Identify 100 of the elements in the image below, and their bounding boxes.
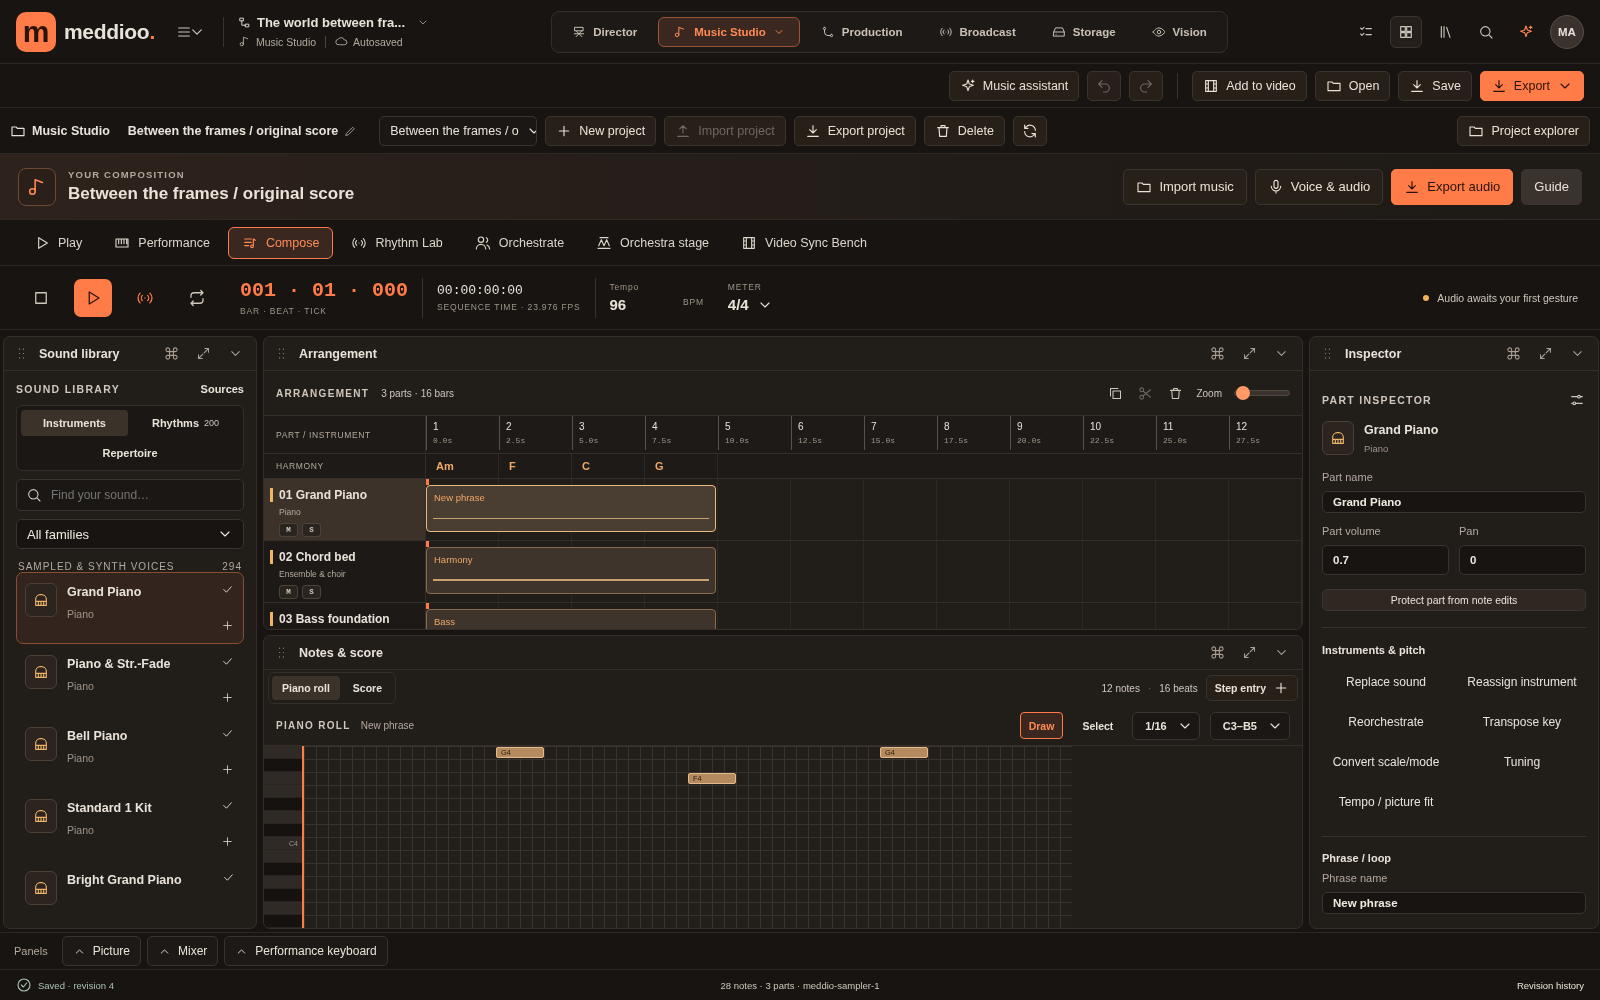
panel-toggle-button[interactable]: Mixer — [147, 936, 219, 966]
guide-button[interactable]: Guide — [1521, 168, 1582, 205]
clip[interactable]: Bass — [426, 609, 716, 629]
export-project-button[interactable]: Export project — [793, 115, 916, 146]
sound-name: Standard 1 Kit — [67, 801, 152, 815]
hierarchy-icon — [237, 16, 251, 29]
sound-item[interactable]: Grand Piano Piano — [16, 572, 244, 644]
chord-label[interactable]: F — [499, 454, 572, 478]
beat-count: 16 beats — [1159, 682, 1198, 694]
save-button[interactable]: Save — [1398, 70, 1472, 101]
save-state: Autosaved — [353, 35, 403, 48]
clip[interactable]: Harmony — [426, 547, 716, 594]
export-button[interactable]: Export — [1479, 70, 1584, 101]
grid-icon — [1398, 23, 1414, 40]
module-tab[interactable]: Vision — [1136, 16, 1222, 47]
revision-history-link[interactable]: Revision history — [1516, 979, 1584, 991]
pitch-action[interactable]: Reorchestrate — [1322, 703, 1450, 740]
grid-button[interactable] — [1390, 15, 1422, 48]
open-button[interactable]: Open — [1314, 70, 1391, 101]
track-instrument: Piano — [279, 507, 302, 517]
refresh-button[interactable] — [1012, 115, 1047, 146]
sliders-icon — [1569, 392, 1585, 408]
meter-select[interactable]: 4/4 — [727, 296, 773, 313]
user-avatar[interactable]: MA — [1550, 14, 1584, 49]
module-tab[interactable]: Production — [805, 16, 918, 47]
export-audio-button[interactable]: Export audio — [1391, 168, 1514, 205]
section-heading: SOUND LIBRARY — [16, 383, 120, 395]
pitch-action[interactable]: Transpose key — [1458, 703, 1586, 740]
music-assistant-button[interactable]: Music assistant — [948, 70, 1080, 101]
search-field[interactable]: Find your sound… — [16, 479, 244, 511]
grid-select[interactable]: 1/16 — [1132, 711, 1200, 740]
mode-tab[interactable]: Compose — [227, 226, 334, 259]
new-project-button[interactable]: New project — [545, 115, 657, 146]
view-tab[interactable]: Score — [342, 676, 393, 700]
phrase-name-field[interactable]: New phrase — [1322, 892, 1586, 914]
bar-time: 25.0s — [1156, 432, 1229, 450]
mode-tab[interactable]: Orchestra stage — [582, 226, 724, 259]
chord-label[interactable]: Am — [426, 454, 499, 478]
module-tab[interactable]: Director — [557, 16, 653, 47]
panel-toggle-button[interactable]: Performance keyboard — [224, 936, 388, 966]
clip[interactable]: New phrase — [426, 485, 716, 532]
search-icon — [26, 487, 42, 503]
play-button[interactable] — [74, 278, 112, 317]
trash-icon — [934, 122, 951, 139]
module-tab[interactable]: Storage — [1036, 16, 1131, 47]
project-select[interactable]: Between the frames / o — [379, 115, 538, 146]
tool-button[interactable]: Select — [1073, 712, 1123, 739]
sound-item[interactable]: Piano & Str.-Fade Piano — [16, 644, 244, 716]
family-select[interactable]: All families — [16, 519, 244, 549]
bar-number: 7 — [864, 416, 937, 432]
mode-tab[interactable]: Performance — [100, 226, 224, 259]
sound-item[interactable]: Standard 1 Kit Piano — [16, 788, 244, 860]
delete-button[interactable]: Delete — [923, 115, 1005, 146]
mode-tab[interactable]: Play — [20, 226, 97, 259]
library-tab[interactable]: Repertoire — [21, 440, 239, 466]
check-icon — [220, 727, 234, 740]
expand-icon — [1241, 645, 1257, 660]
mode-tab[interactable]: Rhythm Lab — [337, 226, 457, 259]
plus-icon — [220, 690, 234, 704]
breadcrumb[interactable]: Music Studio — [255, 35, 317, 48]
import-music-button[interactable]: Import music — [1123, 168, 1247, 205]
download-icon — [804, 122, 821, 139]
view-tab[interactable]: Piano roll — [272, 676, 340, 700]
track-header[interactable]: 03 Bass foundation — [264, 603, 426, 629]
tool-button[interactable]: Draw — [1019, 712, 1064, 739]
chord-label[interactable]: G — [645, 454, 718, 478]
module-tab[interactable]: Music Studio — [658, 16, 800, 47]
search-icon — [1478, 23, 1494, 40]
mode-tab[interactable]: Orchestrate — [460, 226, 579, 259]
project-title[interactable]: The world between fra... — [256, 15, 406, 30]
sources-link[interactable]: Sources — [200, 383, 244, 395]
range-select[interactable]: C3–B5 — [1209, 711, 1290, 740]
pitch-action[interactable]: Replace sound — [1322, 663, 1450, 700]
slider-thumb[interactable] — [1236, 386, 1251, 400]
panel-toggle-button[interactable]: Picture — [61, 936, 141, 966]
mode-tab[interactable]: Video Sync Bench — [727, 226, 881, 259]
voice-audio-button[interactable]: Voice & audio — [1254, 168, 1384, 205]
sound-item[interactable]: Bell Piano Piano — [16, 716, 244, 788]
bar-time: 17.5s — [937, 432, 1010, 450]
module-tab[interactable]: Broadcast — [923, 16, 1031, 47]
pitch-action[interactable]: Convert scale/mode — [1322, 743, 1450, 780]
library-tab[interactable]: Instruments — [21, 410, 128, 436]
sound-item[interactable]: Bright Grand Piano — [16, 860, 244, 928]
volume-field[interactable]: 0.7 — [1322, 544, 1449, 575]
pitch-action[interactable]: Tuning — [1458, 743, 1586, 780]
pitch-action[interactable]: Tempo / picture fit — [1322, 783, 1450, 820]
bar-number: 1 — [426, 416, 499, 432]
project-explorer-button[interactable]: Project explorer — [1457, 115, 1590, 146]
scissors-icon — [1137, 385, 1153, 401]
add-to-video-button[interactable]: Add to video — [1192, 70, 1307, 101]
part-name-field[interactable]: Grand Piano — [1322, 491, 1586, 513]
bar-number: 9 — [1010, 416, 1083, 432]
plus-icon — [220, 618, 234, 632]
protect-button[interactable]: Protect part from note edits — [1322, 588, 1586, 611]
pitch-action[interactable]: Reassign instrument — [1458, 663, 1586, 700]
step-entry-button[interactable]: Step entry — [1205, 675, 1298, 701]
chord-label[interactable]: C — [572, 454, 645, 478]
tempo-value[interactable]: 96 — [609, 296, 639, 313]
pan-field[interactable]: 0 — [1459, 544, 1586, 575]
library-tab[interactable]: Rhythms 200 — [132, 410, 239, 436]
